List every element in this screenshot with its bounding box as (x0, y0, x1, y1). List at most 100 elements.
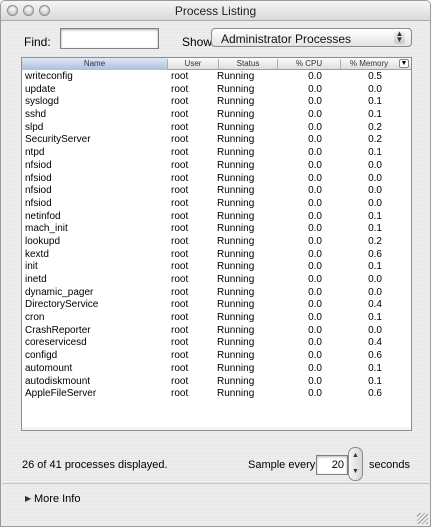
process-count: 26 of 41 processes displayed. (22, 459, 168, 471)
cell-memory: 0.0 (368, 172, 382, 184)
table-row[interactable]: init root Running 0.0 0.1 (22, 261, 411, 274)
table-row[interactable]: nfsiod root Running 0.0 0.0 (22, 185, 411, 198)
table-row[interactable]: kextd root Running 0.0 0.6 (22, 249, 411, 262)
table-row[interactable]: slpd root Running 0.0 0.2 (22, 122, 411, 135)
cell-name: SecurityServer (25, 134, 91, 146)
column-header-cpu[interactable]: % CPU (278, 59, 340, 68)
table-row[interactable]: configd root Running 0.0 0.6 (22, 350, 411, 363)
cell-memory: 0.1 (368, 261, 382, 273)
table-row[interactable]: writeconfig root Running 0.0 0.5 (22, 71, 411, 84)
cell-user: root (171, 248, 189, 260)
table-row[interactable]: lookupd root Running 0.0 0.2 (22, 236, 411, 249)
process-table[interactable]: Name User Status % CPU % Memory ▼ writec… (21, 57, 412, 431)
sample-label: Sample every (248, 459, 316, 471)
cell-cpu: 0.0 (308, 299, 322, 311)
cell-memory: 0.1 (368, 312, 382, 324)
cell-memory: 0.0 (368, 83, 382, 95)
cell-status: Running (217, 134, 255, 146)
cell-status: Running (217, 324, 255, 336)
table-row[interactable]: DirectoryService root Running 0.0 0.4 (22, 299, 411, 312)
sample-stepper[interactable]: ▲ ▼ (348, 447, 363, 481)
cell-status: Running (217, 210, 255, 222)
cell-status: Running (217, 223, 255, 235)
table-row[interactable]: inetd root Running 0.0 0.0 (22, 274, 411, 287)
cell-user: root (171, 83, 189, 95)
cell-name: dynamic_pager (25, 286, 94, 298)
cell-name: inetd (25, 274, 47, 285)
table-row[interactable]: syslogd root Running 0.0 0.1 (22, 96, 411, 109)
cell-status: Running (217, 312, 255, 324)
cell-user: root (171, 197, 189, 209)
cell-name: nfsiod (25, 159, 52, 171)
title-bar[interactable]: Process Listing (1, 1, 430, 21)
cell-cpu: 0.0 (308, 324, 322, 336)
chevron-up-icon[interactable]: ▲ (349, 448, 362, 464)
cell-memory: 0.1 (368, 210, 382, 222)
column-menu-icon[interactable]: ▼ (399, 59, 409, 68)
process-listing-window: Process Listing Find: Show: Administrato… (0, 0, 431, 527)
column-header-status[interactable]: Status (219, 59, 277, 68)
horizontal-scrollbar[interactable] (22, 427, 411, 430)
cell-status: Running (217, 261, 255, 273)
cell-cpu: 0.0 (308, 134, 322, 146)
table-row[interactable]: cron root Running 0.0 0.1 (22, 312, 411, 325)
cell-user: root (171, 159, 189, 171)
updown-arrows-icon: ▲ ▼ (394, 29, 405, 44)
cell-cpu: 0.0 (308, 197, 322, 209)
cell-name: nfsiod (25, 185, 52, 197)
table-row[interactable]: mach_init root Running 0.0 0.1 (22, 223, 411, 236)
cell-cpu: 0.0 (308, 388, 322, 400)
cell-cpu: 0.0 (308, 274, 322, 285)
cell-user: root (171, 172, 189, 184)
cell-user: root (171, 223, 189, 235)
resize-grip-icon[interactable] (417, 513, 428, 524)
cell-status: Running (217, 235, 255, 247)
cell-user: root (171, 324, 189, 336)
cell-name: ntpd (25, 147, 45, 159)
divider (2, 483, 429, 484)
table-row[interactable]: coreservicesd root Running 0.0 0.4 (22, 337, 411, 350)
window-title: Process Listing (174, 4, 257, 18)
table-row[interactable]: nfsiod root Running 0.0 0.0 (22, 173, 411, 186)
table-row[interactable]: CrashReporter root Running 0.0 0.0 (22, 325, 411, 338)
table-row[interactable]: update root Running 0.0 0.0 (22, 84, 411, 97)
column-header-name[interactable]: Name (22, 58, 167, 70)
cell-cpu: 0.0 (308, 159, 322, 171)
table-row[interactable]: nfsiod root Running 0.0 0.0 (22, 160, 411, 173)
cell-cpu: 0.0 (308, 185, 322, 197)
cell-user: root (171, 375, 189, 387)
cell-memory: 0.1 (368, 109, 382, 121)
table-row[interactable]: netinfod root Running 0.0 0.1 (22, 211, 411, 224)
cell-user: root (171, 134, 189, 146)
cell-name: DirectoryService (25, 299, 99, 311)
table-row[interactable]: ntpd root Running 0.0 0.1 (22, 147, 411, 160)
table-row[interactable]: nfsiod root Running 0.0 0.0 (22, 198, 411, 211)
table-row[interactable]: sshd root Running 0.0 0.1 (22, 109, 411, 122)
cell-cpu: 0.0 (308, 172, 322, 184)
column-header-memory[interactable]: % Memory (341, 59, 397, 68)
find-input[interactable] (60, 28, 159, 49)
cell-name: AppleFileServer (25, 388, 97, 400)
column-header-user[interactable]: User (168, 59, 218, 68)
table-row[interactable]: AppleFileServer root Running 0.0 0.6 (22, 388, 411, 401)
cell-memory: 0.0 (368, 159, 382, 171)
show-popup[interactable]: Administrator Processes ▲ ▼ (211, 28, 412, 47)
cell-name: kextd (25, 248, 49, 260)
chevron-down-icon[interactable]: ▼ (349, 464, 362, 480)
cell-memory: 0.4 (368, 337, 382, 349)
cell-name: nfsiod (25, 172, 52, 184)
cell-memory: 0.1 (368, 223, 382, 235)
sample-interval-input[interactable] (316, 455, 348, 475)
cell-status: Running (217, 172, 255, 184)
disclosure-triangle-icon[interactable]: ▶ (25, 494, 31, 503)
table-row[interactable]: SecurityServer root Running 0.0 0.2 (22, 134, 411, 147)
table-row[interactable]: dynamic_pager root Running 0.0 0.0 (22, 287, 411, 300)
table-row[interactable]: autodiskmount root Running 0.0 0.1 (22, 376, 411, 389)
cell-user: root (171, 350, 189, 362)
table-row[interactable]: automount root Running 0.0 0.1 (22, 363, 411, 376)
cell-cpu: 0.0 (308, 223, 322, 235)
cell-name: writeconfig (25, 71, 73, 82)
cell-memory: 0.0 (368, 324, 382, 336)
cell-memory: 0.2 (368, 121, 382, 133)
cell-memory: 0.0 (368, 274, 382, 285)
